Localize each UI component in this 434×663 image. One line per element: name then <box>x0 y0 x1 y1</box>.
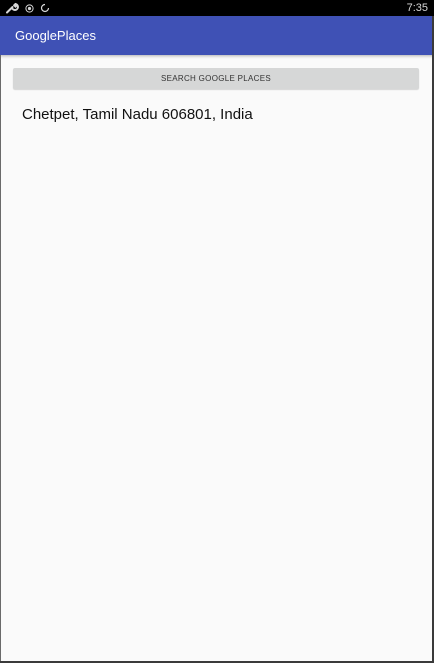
search-google-places-button[interactable]: SEARCH GOOGLE PLACES <box>13 68 419 89</box>
sync-icon <box>40 3 50 13</box>
status-icons <box>6 1 50 15</box>
status-time: 7:35 <box>406 2 428 14</box>
status-bar: 7:35 <box>0 0 434 16</box>
wrench-icon <box>6 2 19 14</box>
device-screen: 7:35 GooglePlaces SEARCH GOOGLE PLACES C… <box>0 0 434 663</box>
selected-place-text: Chetpet, Tamil Nadu 606801, India <box>22 106 253 123</box>
app-title: GooglePlaces <box>15 28 96 43</box>
record-icon <box>25 3 34 13</box>
app-bar: GooglePlaces <box>0 16 434 55</box>
left-edge-divider <box>0 55 1 663</box>
